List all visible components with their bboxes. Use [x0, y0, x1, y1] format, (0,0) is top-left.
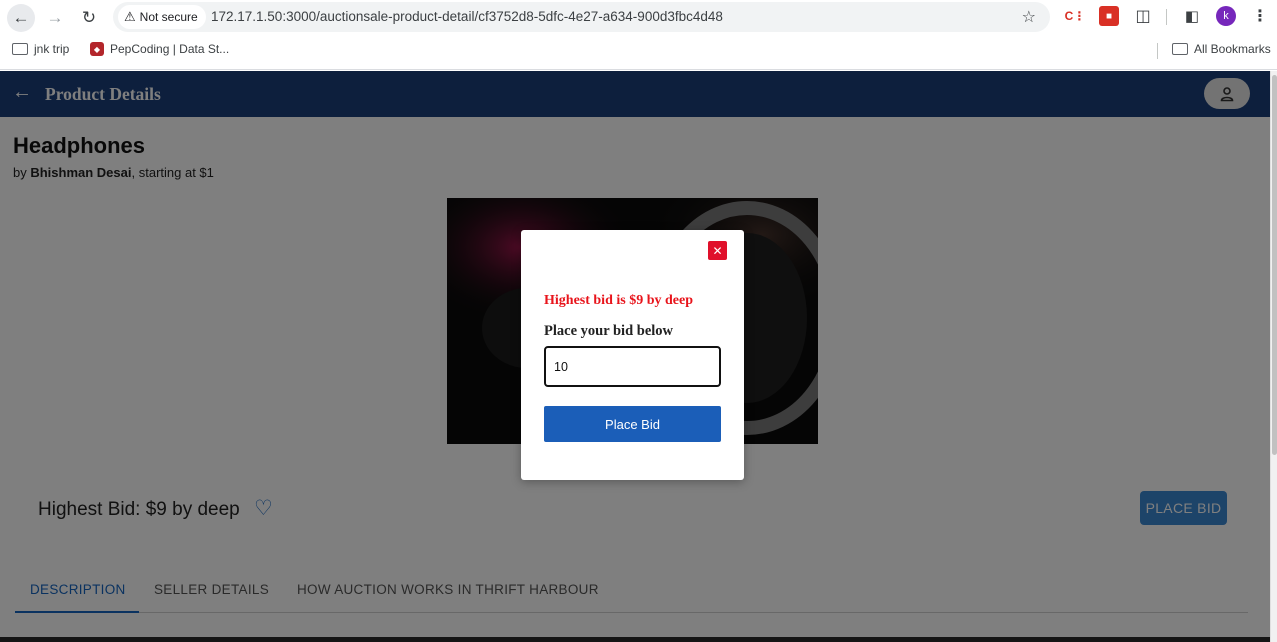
- all-bookmarks[interactable]: All Bookmarks: [1172, 42, 1271, 56]
- browser-chrome: ← → ↻ ⚠ Not secure 172.17.1.50:3000/auct…: [0, 0, 1277, 70]
- forward-arrow-icon[interactable]: →: [41, 4, 69, 32]
- extensions-puzzle-icon[interactable]: ◫: [1133, 6, 1153, 26]
- bookmark-jnk-trip[interactable]: jnk trip: [12, 42, 69, 56]
- bookmark-star-icon[interactable]: ☆: [1022, 7, 1036, 27]
- bid-amount-input[interactable]: [544, 346, 721, 387]
- submit-bid-button[interactable]: Place Bid: [544, 406, 721, 442]
- security-label: Not secure: [139, 10, 198, 24]
- bookmark-pepcoding[interactable]: ◆ PepCoding | Data St...: [90, 42, 229, 56]
- scrollbar[interactable]: [1270, 71, 1277, 642]
- browser-menu-icon[interactable]: ⋮: [1252, 6, 1268, 26]
- bookmarks-bar: jnk trip ◆ PepCoding | Data St... All Bo…: [0, 38, 1277, 66]
- side-panel-icon[interactable]: ◧: [1182, 6, 1202, 26]
- address-bar[interactable]: ⚠ Not secure 172.17.1.50:3000/auctionsal…: [113, 2, 1050, 32]
- bid-prompt-label: Place your bid below: [544, 323, 674, 339]
- warning-icon: ⚠: [124, 9, 136, 24]
- modal-highest-bid: Highest bid is $9 by deep: [544, 293, 693, 308]
- bid-modal: ✕ Highest bid is $9 by deep Place your b…: [521, 230, 744, 480]
- bookmarks-divider: [1157, 43, 1158, 59]
- url-text[interactable]: 172.17.1.50:3000/auctionsale-product-det…: [211, 9, 723, 24]
- browser-toolbar: ← → ↻ ⚠ Not secure 172.17.1.50:3000/auct…: [0, 0, 1277, 36]
- bookmark-label: jnk trip: [34, 42, 70, 56]
- close-icon[interactable]: ✕: [708, 241, 727, 260]
- folder-icon: [1172, 43, 1188, 55]
- toolbar-divider: [1166, 9, 1167, 25]
- all-bookmarks-label: All Bookmarks: [1194, 42, 1271, 56]
- scrollbar-thumb[interactable]: [1272, 75, 1277, 455]
- extension-c-icon[interactable]: C⋮: [1065, 6, 1086, 26]
- reload-icon[interactable]: ↻: [75, 4, 103, 32]
- extension-red-icon[interactable]: ■: [1099, 6, 1119, 26]
- security-chip[interactable]: ⚠ Not secure: [118, 5, 206, 29]
- folder-icon: [12, 43, 28, 55]
- bookmark-label: PepCoding | Data St...: [110, 42, 230, 56]
- pepcoding-icon: ◆: [90, 42, 104, 56]
- profile-avatar[interactable]: k: [1216, 6, 1236, 26]
- back-arrow-icon[interactable]: ←: [7, 4, 35, 32]
